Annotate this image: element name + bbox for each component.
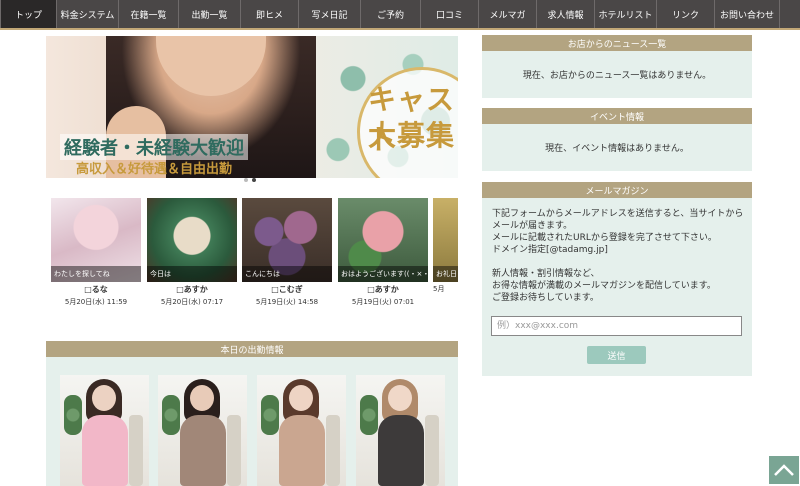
chair-decoration (425, 415, 439, 486)
diary-date: 5月20日(水) 11:59 (64, 298, 128, 306)
nav-item-reserve[interactable]: ご予約 (361, 0, 421, 28)
cast-face (289, 385, 313, 411)
plant-decoration (162, 395, 180, 435)
diary-card[interactable]: 今日は □あすか 5月20日(水) 07:17 (147, 198, 237, 307)
diary-photo[interactable]: おはようございます((・×・)) (338, 198, 428, 282)
diary-carousel: わたしを探してね □るな 5月20日(水) 11:59 今日は □あすか 5月2… (46, 198, 458, 310)
cast-face (92, 385, 116, 411)
diary-photo[interactable]: お礼日 (433, 198, 458, 282)
diary-date: 5月19日(火) 14:58 (255, 298, 319, 306)
cast-outfit (279, 415, 325, 486)
chair-decoration (129, 415, 143, 486)
carousel-dot-active[interactable] (252, 178, 256, 182)
diary-card[interactable]: わたしを探してね □るな 5月20日(水) 11:59 (51, 198, 141, 307)
nav-item-recruit[interactable]: 求人情報 (537, 0, 595, 28)
news-panel: 現在、お店からのニュース一覧はありません。 (482, 51, 752, 98)
diary-card[interactable]: お礼日 5月 (433, 198, 458, 294)
cast-outfit (82, 415, 128, 486)
diary-date: 5月20日(水) 07:17 (160, 298, 224, 306)
chevron-up-icon (774, 464, 794, 476)
diary-author: □あすか (176, 285, 208, 294)
diary-caption: 今日は (147, 266, 237, 282)
nav-item-contact[interactable]: お問い合わせ (715, 0, 780, 28)
cast-face (388, 385, 412, 411)
main-nav: トップ 料金システム 在籍一覧 出勤一覧 即ヒメ 写メ日記 ご予約 口コミ メル… (0, 0, 800, 30)
diary-date: 5月 (433, 285, 445, 293)
banner-headline: 経験者・未経験大歓迎 (60, 134, 248, 160)
diary-photo[interactable]: 今日は (147, 198, 237, 282)
nav-item-price[interactable]: 料金システム (57, 0, 119, 28)
nav-item-schedule[interactable]: 出勤一覧 (179, 0, 241, 28)
news-heading: お店からのニュース一覧 (482, 35, 752, 51)
chair-decoration (326, 415, 340, 486)
banner-subline: 高収入＆好待遇＆自由出勤 (76, 162, 233, 177)
diary-author: □こむぎ (271, 285, 303, 294)
nav-item-reviews[interactable]: 口コミ (421, 0, 479, 28)
nav-item-cast-list[interactable]: 在籍一覧 (119, 0, 179, 28)
diary-caption: おはようございます((・×・)) (338, 266, 428, 282)
carousel-dots (244, 178, 256, 182)
events-message: 現在、イベント情報はありません。 (545, 144, 689, 154)
mailmag-instructions: 下記フォームからメールアドレスを送信すると、当サイトからメールが届きます。 メー… (492, 209, 744, 255)
mailmag-heading: メールマガジン (482, 182, 752, 198)
cast-outfit (180, 415, 226, 486)
diary-card[interactable]: おはようございます((・×・)) □あすか 5月19日(火) 07:01 (338, 198, 428, 307)
nav-item-instant[interactable]: 即ヒメ (241, 0, 299, 28)
mailmag-panel: 下記フォームからメールアドレスを送信すると、当サイトからメールが届きます。 メー… (482, 198, 752, 376)
attendance-heading: 本日の出勤情報 (46, 341, 458, 357)
diary-caption: お礼日 (433, 266, 458, 282)
diary-author: □るな (84, 285, 108, 294)
nav-item-mailmag[interactable]: メルマガ (479, 0, 537, 28)
mailmag-description: 下記フォームからメールアドレスを送信すると、当サイトからメールが届きます。 メー… (492, 208, 746, 304)
send-button[interactable]: 送信 (587, 346, 646, 364)
diary-photo[interactable]: こんにちは (242, 198, 332, 282)
page: トップ 料金システム 在籍一覧 出勤一覧 即ヒメ 写メ日記 ご予約 口コミ メル… (0, 0, 800, 486)
back-to-top-button[interactable] (769, 456, 799, 484)
nav-item-hotels[interactable]: ホテルリスト (595, 0, 657, 28)
news-message: 現在、お店からのニュース一覧はありません。 (522, 71, 712, 81)
carousel-dot[interactable] (244, 178, 248, 182)
cast-photo[interactable] (257, 375, 346, 486)
attendance-panel (46, 357, 458, 486)
diary-author: □あすか (367, 285, 399, 294)
events-panel: 現在、イベント情報はありません。 (482, 124, 752, 171)
cast-outfit (378, 415, 424, 486)
cast-face (190, 385, 214, 411)
diary-date: 5月19日(火) 07:01 (351, 298, 415, 306)
nav-item-diary[interactable]: 写メ日記 (299, 0, 361, 28)
email-input[interactable]: 例）xxx@xxx.com (491, 316, 742, 336)
events-heading: イベント情報 (482, 108, 752, 124)
diary-caption: わたしを探してね (51, 266, 141, 282)
nav-item-links[interactable]: リンク (657, 0, 715, 28)
plant-decoration (360, 395, 378, 435)
plant-decoration (261, 395, 279, 435)
diary-photo[interactable]: わたしを探してね (51, 198, 141, 282)
nav-item-top[interactable]: トップ (0, 0, 57, 28)
cast-photo[interactable] (60, 375, 149, 486)
plant-decoration (64, 395, 82, 435)
recruit-banner[interactable]: キャスト 大募集 経験者・未経験大歓迎 高収入＆好待遇＆自由出勤 (46, 36, 458, 178)
chair-decoration (227, 415, 241, 486)
mailmag-promo: 新人情報・割引情報など、 お得な情報が満載のメールマガジンを配信しています。 ご… (492, 269, 716, 303)
cast-photo[interactable] (356, 375, 445, 486)
banner-title-line2: 大募集 (368, 119, 456, 152)
diary-caption: こんにちは (242, 266, 332, 282)
cast-photo[interactable] (158, 375, 247, 486)
diary-card[interactable]: こんにちは □こむぎ 5月19日(火) 14:58 (242, 198, 332, 307)
